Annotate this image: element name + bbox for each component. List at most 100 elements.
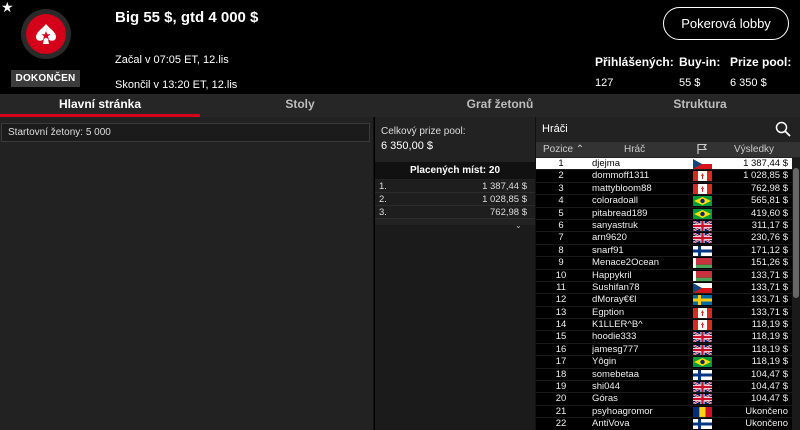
player-name: K1LLER^B^ [592,319,643,331]
payout-row: 1. 1 387,44 $ [375,180,535,193]
player-name: mattybloom88 [592,182,652,194]
flag-column-icon[interactable] [696,143,708,155]
players-scrollbar-thumb[interactable] [793,168,799,298]
payout-amount: 1 387,44 $ [482,181,527,192]
player-name: jamesg777 [592,343,639,355]
player-name: Happykril [592,269,632,281]
buyin-value: 55 $ [679,77,701,89]
country-flag-icon [693,307,712,318]
player-row[interactable]: 9 Menace2Ocean 151,26 $ [536,257,792,270]
player-row[interactable]: 15 hoodie333 118,19 $ [536,331,792,344]
country-flag-icon [693,406,712,417]
col-position[interactable]: Pozice ⌃ [543,142,584,157]
player-row[interactable]: 8 snarf91 171,12 $ [536,244,792,258]
country-flag-icon [693,332,712,343]
player-result: 104,47 $ [751,381,788,393]
player-name: Egption [592,306,625,318]
player-position: 11 [556,281,566,293]
player-position: 20 [555,393,567,405]
player-position: 18 [555,368,567,380]
player-row[interactable]: 20 Góras 104,47 $ [536,393,792,406]
player-row[interactable]: 13 Egption 133,71 $ [536,306,792,320]
tournament-header: ★ DOKONČEN Big 55 $, gtd 4 000 $ Začal v… [0,0,800,94]
player-row[interactable]: 12 dMoray€€l 133,71 $ [536,294,792,307]
player-name: Menace2Ocean [592,257,660,269]
player-name: arn9620 [592,232,627,244]
player-result: 1 387,44 $ [743,158,788,169]
player-position: 2 [558,170,564,182]
country-flag-icon [693,282,712,293]
player-name: Góras [592,393,618,405]
payout-place: 2. [379,194,387,205]
player-row[interactable]: 10 Happykril 133,71 $ [536,269,792,282]
player-name: snarf91 [592,244,624,256]
starting-chips: Startovní žetony: 5 000 [1,123,370,142]
player-row[interactable]: 4 coloradoall 565,81 $ [536,195,792,208]
player-name: dommoff1311 [592,170,650,182]
player-result: 104,47 $ [751,368,788,380]
player-result: 104,47 $ [751,393,788,405]
player-name: Sushifan78 [592,281,640,293]
tab-tables[interactable]: Stoly [200,94,400,117]
payout-list: 1. 1 387,44 $ 2. 1 028,85 $ 3. 762,98 $ [375,180,535,219]
tab-chip-graph[interactable]: Graf žetonů [400,94,600,117]
player-row[interactable]: 18 somebetaa 104,47 $ [536,368,792,382]
player-name: AntiVova [592,418,630,430]
tab-bar: Hlavní stránka Stoly Graf žetonů Struktu… [0,94,800,117]
country-flag-icon [693,394,712,405]
player-row[interactable]: 16 jamesg777 118,19 $ [536,343,792,357]
player-row[interactable]: 3 mattybloom88 762,98 $ [536,182,792,196]
player-row[interactable]: 21 psyhoagromor Ukončeno [536,405,792,419]
player-row[interactable]: 6 sanyastruk 311,17 $ [536,219,792,233]
total-prize-value: 6 350,00 $ [381,140,433,152]
player-position: 6 [558,219,564,231]
tab-structure[interactable]: Struktura [600,94,800,117]
player-result: 230,76 $ [751,232,788,244]
favorite-star-icon[interactable]: ★ [1,0,14,16]
player-position: 13 [555,306,567,318]
player-row[interactable]: 1 djejma 1 387,44 $ [536,158,792,171]
player-position: 12 [555,294,567,306]
players-panel: Hráči Pozice ⌃ Hráč Výsledky 1 djejma 1 38… [535,117,800,430]
player-row[interactable]: 17 Yôgin 118,19 $ [536,356,792,369]
player-name: dMoray€€l [592,294,637,306]
country-flag-icon [693,220,712,231]
country-flag-icon [693,233,712,244]
col-results[interactable]: Výsledky [734,142,774,157]
search-icon[interactable] [775,121,791,137]
country-flag-icon [693,320,712,331]
player-row[interactable]: 11 Sushifan78 133,71 $ [536,281,792,295]
player-result: 762,98 $ [751,182,788,194]
player-position: 4 [558,195,564,207]
payout-row: 2. 1 028,85 $ [375,193,535,206]
player-row[interactable]: 5 pitabread189 419,60 $ [536,207,792,220]
player-row[interactable]: 14 K1LLER^B^ 118,19 $ [536,319,792,332]
main-info-panel: Startovní žetony: 5 000 [0,117,374,430]
payout-amount: 1 028,85 $ [482,194,527,205]
poker-lobby-button[interactable]: Pokerová lobby [663,7,789,40]
player-result: 1 028,85 $ [743,170,788,182]
payout-amount: 762,98 $ [490,207,527,218]
prizepool-value: 6 350 $ [730,77,767,89]
player-result: 565,81 $ [751,195,788,207]
end-time: Skončil v 13:20 ET, 12.lis [115,79,238,91]
player-result: 151,26 $ [751,257,788,269]
total-prize-box: Celkový prize pool: 6 350,00 $ [375,121,535,159]
payout-list-background [375,225,535,430]
player-row[interactable]: 7 arn9620 230,76 $ [536,232,792,245]
players-scrollbar[interactable] [792,158,800,430]
player-row[interactable]: 22 AntiVova Ukončeno [536,418,792,430]
player-row[interactable]: 2 dommoff1311 1 028,85 $ [536,170,792,183]
player-name: sanyastruk [592,219,638,231]
expand-payouts-chevron-icon[interactable]: ⌄ [515,221,522,230]
player-result: 118,19 $ [751,356,788,368]
col-player[interactable]: Hráč [624,142,645,157]
player-result: 118,19 $ [751,319,788,331]
players-header: Hráči [536,117,800,141]
tab-main[interactable]: Hlavní stránka [0,94,200,117]
spade-star-icon [36,24,56,44]
player-position: 10 [555,269,567,281]
player-position: 1 [558,158,564,169]
player-row[interactable]: 19 shi044 104,47 $ [536,381,792,394]
country-flag-icon [693,295,712,306]
